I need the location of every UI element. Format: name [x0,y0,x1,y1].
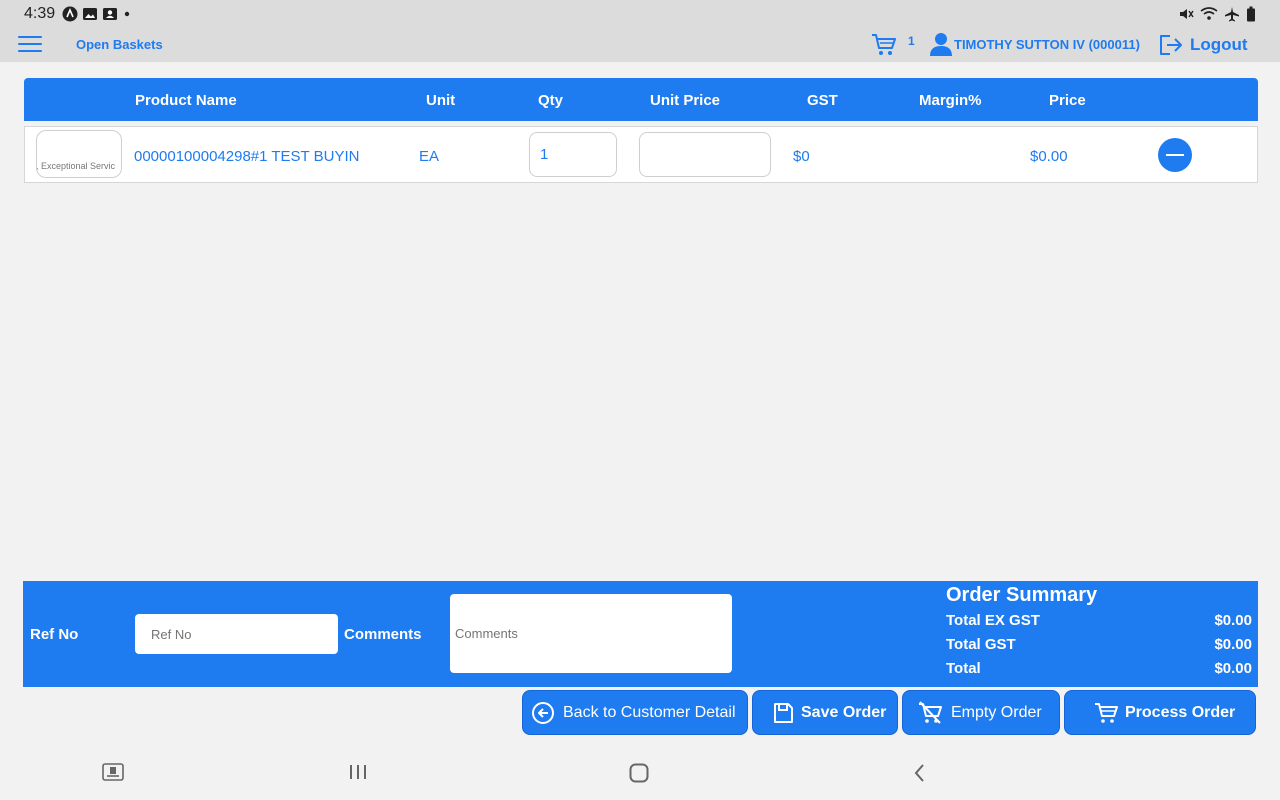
empty-button-label: Empty Order [951,703,1042,721]
battery-icon [1247,6,1255,22]
status-bar: 4:39 [0,0,1280,28]
app-header: Open Baskets 1 TIMOTHY SUTTON IV (000011… [0,28,1280,62]
ref-no-input[interactable] [135,614,338,654]
user-icon [930,33,952,56]
back-icon[interactable] [910,762,930,784]
save-button-label: Save Order [801,703,887,721]
recent-apps-icon[interactable] [347,762,369,782]
unit-value: EA [419,148,440,165]
save-order-button[interactable]: Save Order [752,690,898,735]
column-header-margin: Margin% [919,92,982,109]
column-header-qty: Qty [538,92,564,109]
total-gst-value: $0.00 [1214,636,1252,653]
process-order-button[interactable]: Process Order [1064,690,1256,735]
logout-button[interactable]: Logout [1190,35,1248,55]
table-row: n, Exceptional Servic 00000100004298#1 T… [24,126,1258,183]
column-header-product-name: Product Name [135,92,237,109]
total-ex-gst-label: Total EX GST [946,612,1040,629]
column-header-gst: GST [807,92,838,109]
column-header-unit-price: Unit Price [650,92,721,109]
airplane-mode-icon [1225,7,1239,22]
status-system-icons [1178,6,1256,22]
app-notification-icon [62,6,78,22]
hamburger-menu-icon[interactable] [18,36,42,54]
home-icon[interactable] [628,762,650,784]
total-value: $0.00 [1214,660,1252,677]
total-ex-gst-value: $0.00 [1214,612,1252,629]
logout-icon[interactable] [1158,33,1184,57]
unit-price-input[interactable] [639,132,771,177]
wifi-icon [1200,7,1218,20]
thumbnail-text: n, Exceptional Servic [36,161,116,171]
cart-count-badge: 1 [908,34,915,48]
open-baskets-link[interactable]: Open Baskets [76,37,163,52]
column-header-unit: Unit [426,92,456,109]
product-name[interactable]: 00000100004298#1 TEST BUYIN [134,148,359,165]
total-label: Total [946,660,981,677]
process-button-label: Process Order [1125,703,1236,721]
product-thumbnail: n, Exceptional Servic [36,130,122,178]
qty-input[interactable] [529,132,617,177]
mute-icon [1180,9,1194,19]
empty-order-button[interactable]: Empty Order [902,690,1060,735]
cart-icon[interactable] [870,32,898,58]
order-footer: Ref No Comments Order Summary Total EX G… [23,581,1258,687]
order-summary-title: Order Summary [946,584,1098,606]
gallery-notification-icon [83,8,97,20]
gst-value: $0 [793,148,810,165]
column-header-price: Price [1049,92,1086,109]
remove-item-button[interactable] [1158,138,1192,172]
save-icon [774,702,793,723]
back-to-customer-detail-button[interactable]: Back to Customer Detail [522,690,748,735]
cart-icon [1095,702,1118,723]
total-gst-label: Total GST [946,636,1016,653]
comments-input[interactable] [450,594,732,673]
screenshot-toolbar-icon[interactable] [101,762,125,784]
back-button-label: Back to Customer Detail [563,703,736,721]
status-notification-icons [62,6,132,22]
table-header: Product Name Unit Qty Unit Price GST Mar… [24,78,1258,121]
ref-no-label: Ref No [30,626,79,643]
dot-icon [124,11,130,17]
contact-notification-icon [103,8,117,20]
comments-label: Comments [344,626,422,643]
price-value: $0.00 [1030,148,1068,165]
system-navigation-bar [0,748,1280,800]
minus-icon [1166,154,1184,156]
status-time: 4:39 [24,5,56,22]
empty-cart-icon [919,700,942,724]
back-arrow-icon [532,701,554,724]
user-name[interactable]: TIMOTHY SUTTON IV (000011) [954,37,1140,52]
